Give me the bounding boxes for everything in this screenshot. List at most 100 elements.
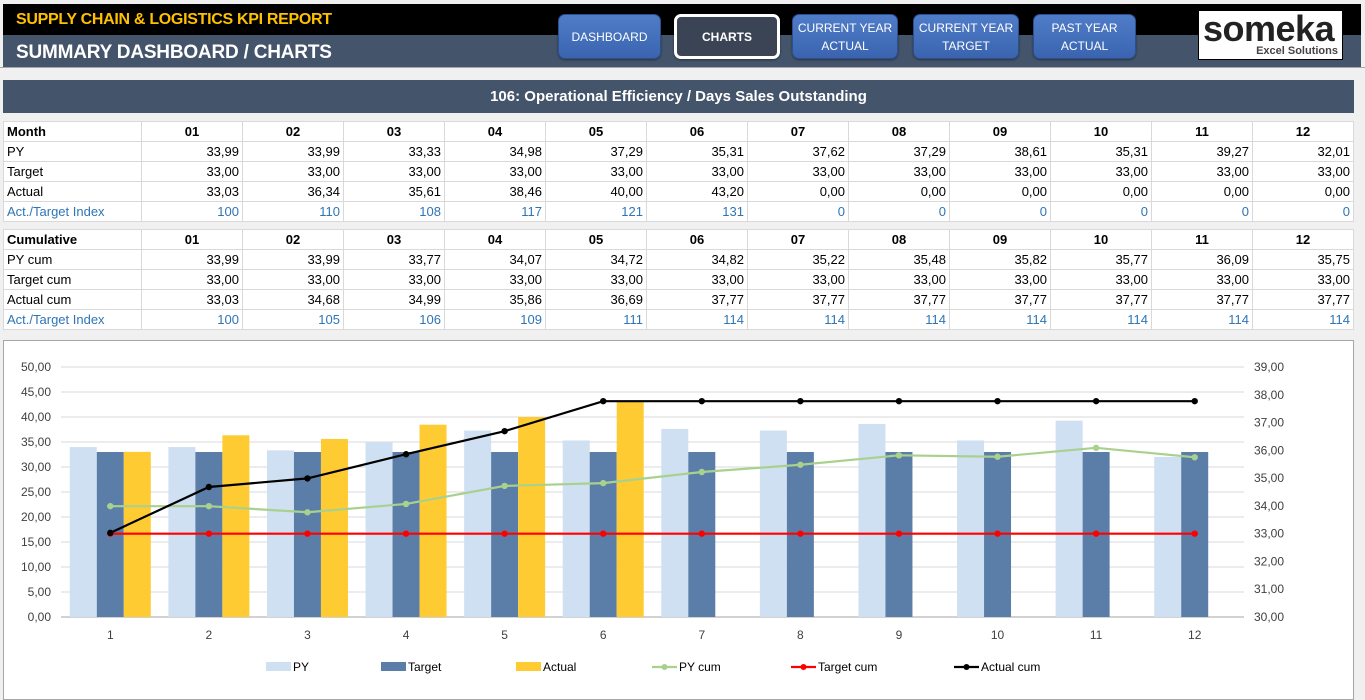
table-cell[interactable]: 33,00	[1151, 269, 1253, 290]
table-cell[interactable]: 38,46	[444, 181, 546, 202]
table-cell[interactable]: 33,00	[545, 161, 647, 182]
table-cell[interactable]: 0	[747, 201, 849, 222]
table-cell[interactable]: 114	[949, 309, 1051, 330]
someka-logo[interactable]: someka Excel Solutions	[1198, 8, 1343, 60]
table-cell[interactable]: 33,00	[646, 161, 748, 182]
table-cell[interactable]: 33,00	[1050, 161, 1152, 182]
table-cell[interactable]: 36,69	[545, 289, 647, 310]
table-cell[interactable]: 33,00	[1252, 269, 1354, 290]
table-cell[interactable]: 37,77	[646, 289, 748, 310]
table-cell[interactable]: 33,99	[141, 141, 243, 162]
table-cell[interactable]: 105	[242, 309, 344, 330]
table-cell[interactable]: 35,86	[444, 289, 546, 310]
table-cell[interactable]: 33,99	[242, 141, 344, 162]
nav-current-year-target-button[interactable]: CURRENT YEAR TARGET	[913, 14, 1019, 59]
table-cell[interactable]: 37,77	[949, 289, 1051, 310]
table-cell[interactable]: 114	[848, 309, 950, 330]
table-cell[interactable]: 37,77	[1050, 289, 1152, 310]
table-cell[interactable]: 100	[141, 201, 243, 222]
scrollbar-track[interactable]	[1355, 68, 1365, 700]
table-cell[interactable]: 33,00	[848, 161, 950, 182]
table-cell[interactable]: 37,62	[747, 141, 849, 162]
table-cell[interactable]: 33,00	[1151, 161, 1253, 182]
table-cell[interactable]: 110	[242, 201, 344, 222]
table-cell[interactable]: 33,00	[343, 161, 445, 182]
table-cell[interactable]: 33,00	[747, 269, 849, 290]
table-cell[interactable]: 32,01	[1252, 141, 1354, 162]
table-cell[interactable]: 0	[1252, 201, 1354, 222]
table-cell[interactable]: 37,77	[1151, 289, 1253, 310]
table-cell[interactable]: 34,82	[646, 249, 748, 270]
nav-charts-button[interactable]: CHARTS	[674, 14, 780, 59]
table-cell[interactable]: 0,00	[848, 181, 950, 202]
table-cell[interactable]: 106	[343, 309, 445, 330]
table-cell[interactable]: 35,77	[1050, 249, 1152, 270]
table-cell[interactable]: 34,72	[545, 249, 647, 270]
table-cell[interactable]: 37,29	[545, 141, 647, 162]
table-cell[interactable]: 109	[444, 309, 546, 330]
table-cell[interactable]: 38,61	[949, 141, 1051, 162]
table-cell[interactable]: 35,48	[848, 249, 950, 270]
table-cell[interactable]: 33,00	[848, 269, 950, 290]
table-cell[interactable]: 33,00	[444, 161, 546, 182]
table-cell[interactable]: 108	[343, 201, 445, 222]
table-cell[interactable]: 33,00	[747, 161, 849, 182]
table-cell[interactable]: 33,00	[949, 161, 1051, 182]
nav-past-year-actual-button[interactable]: PAST YEAR ACTUAL	[1033, 14, 1136, 59]
table-cell[interactable]: 114	[1252, 309, 1354, 330]
table-cell[interactable]: 114	[646, 309, 748, 330]
table-cell[interactable]: 33,00	[949, 269, 1051, 290]
table-cell[interactable]: 34,99	[343, 289, 445, 310]
table-cell[interactable]: 33,00	[242, 269, 344, 290]
table-cell[interactable]: 43,20	[646, 181, 748, 202]
table-cell[interactable]: 33,33	[343, 141, 445, 162]
table-cell[interactable]: 114	[747, 309, 849, 330]
table-cell[interactable]: 0,00	[1050, 181, 1152, 202]
table-cell[interactable]: 34,98	[444, 141, 546, 162]
table-cell[interactable]: 39,27	[1151, 141, 1253, 162]
table-cell[interactable]: 37,77	[747, 289, 849, 310]
table-cell[interactable]: 34,07	[444, 249, 546, 270]
table-cell[interactable]: 35,22	[747, 249, 849, 270]
table-cell[interactable]: 111	[545, 309, 647, 330]
table-cell[interactable]: 34,68	[242, 289, 344, 310]
table-cell[interactable]: 40,00	[545, 181, 647, 202]
table-cell[interactable]: 0	[848, 201, 950, 222]
table-cell[interactable]: 33,77	[343, 249, 445, 270]
table-cell[interactable]: 35,75	[1252, 249, 1354, 270]
table-cell[interactable]: 100	[141, 309, 243, 330]
table-cell[interactable]: 114	[1151, 309, 1253, 330]
table-cell[interactable]: 0,00	[949, 181, 1051, 202]
table-cell[interactable]: 33,00	[444, 269, 546, 290]
table-cell[interactable]: 33,00	[141, 269, 243, 290]
table-cell[interactable]: 33,00	[242, 161, 344, 182]
table-cell[interactable]: 33,00	[141, 161, 243, 182]
table-cell[interactable]: 33,00	[1252, 161, 1354, 182]
table-cell[interactable]: 35,82	[949, 249, 1051, 270]
table-cell[interactable]: 0,00	[747, 181, 849, 202]
table-cell[interactable]: 117	[444, 201, 546, 222]
table-cell[interactable]: 33,00	[545, 269, 647, 290]
table-cell[interactable]: 35,31	[1050, 141, 1152, 162]
table-cell[interactable]: 33,03	[141, 289, 243, 310]
table-cell[interactable]: 33,03	[141, 181, 243, 202]
table-cell[interactable]: 0	[1151, 201, 1253, 222]
table-cell[interactable]: 37,77	[848, 289, 950, 310]
table-cell[interactable]: 0,00	[1151, 181, 1253, 202]
table-cell[interactable]: 36,09	[1151, 249, 1253, 270]
table-cell[interactable]: 33,99	[242, 249, 344, 270]
table-cell[interactable]: 0	[1050, 201, 1152, 222]
table-cell[interactable]: 33,99	[141, 249, 243, 270]
table-cell[interactable]: 35,61	[343, 181, 445, 202]
table-cell[interactable]: 0	[949, 201, 1051, 222]
table-cell[interactable]: 0,00	[1252, 181, 1354, 202]
table-cell[interactable]: 36,34	[242, 181, 344, 202]
table-cell[interactable]: 35,31	[646, 141, 748, 162]
table-cell[interactable]: 33,00	[1050, 269, 1152, 290]
table-cell[interactable]: 114	[1050, 309, 1152, 330]
nav-current-year-actual-button[interactable]: CURRENT YEAR ACTUAL	[792, 14, 898, 59]
nav-dashboard-button[interactable]: DASHBOARD	[558, 14, 661, 59]
table-cell[interactable]: 33,00	[343, 269, 445, 290]
table-cell[interactable]: 121	[545, 201, 647, 222]
table-cell[interactable]: 33,00	[646, 269, 748, 290]
